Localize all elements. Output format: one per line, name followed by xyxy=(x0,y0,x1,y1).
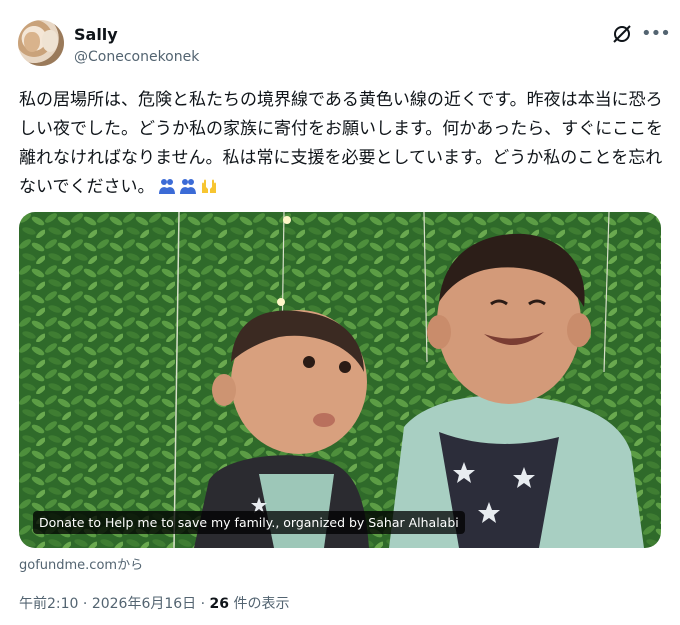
post-body: 私の居場所は、危険と私たちの境界線である黄色い線の近くです。昨夜は本当に恐ろしい… xyxy=(19,90,663,197)
card-source[interactable]: gofundme.comから xyxy=(19,554,143,573)
grok-icon[interactable] xyxy=(610,22,634,46)
avatar-cat-right xyxy=(42,30,58,52)
post-date[interactable]: 2026年6月16日 xyxy=(92,596,196,612)
views-label: 件の表示 xyxy=(229,596,290,612)
author-name[interactable]: Sally xyxy=(74,25,118,44)
author-avatar[interactable] xyxy=(18,20,64,66)
people-hugging-emoji xyxy=(158,179,175,194)
card-photo xyxy=(19,212,661,548)
author-handle[interactable]: @Coneconekonek xyxy=(74,49,199,65)
views-count: 26 xyxy=(209,596,230,612)
avatar-cat-left xyxy=(24,32,40,52)
open-hands-emoji xyxy=(201,179,216,193)
meta-separator: · xyxy=(196,596,210,612)
post-meta: 午前2:10 · 2026年6月16日 · 26 件の表示 xyxy=(19,593,289,613)
link-card[interactable]: Donate to Help me to save my family., or… xyxy=(19,212,661,548)
people-hugging-emoji xyxy=(179,179,196,194)
card-caption: Donate to Help me to save my family., or… xyxy=(33,511,465,534)
post-text: 私の居場所は、危険と私たちの境界線である黄色い線の近くです。昨夜は本当に恐ろしい… xyxy=(19,86,664,202)
meta-separator: · xyxy=(78,596,92,612)
post-time[interactable]: 午前2:10 xyxy=(19,596,78,612)
more-options-icon[interactable]: ••• xyxy=(641,23,671,44)
